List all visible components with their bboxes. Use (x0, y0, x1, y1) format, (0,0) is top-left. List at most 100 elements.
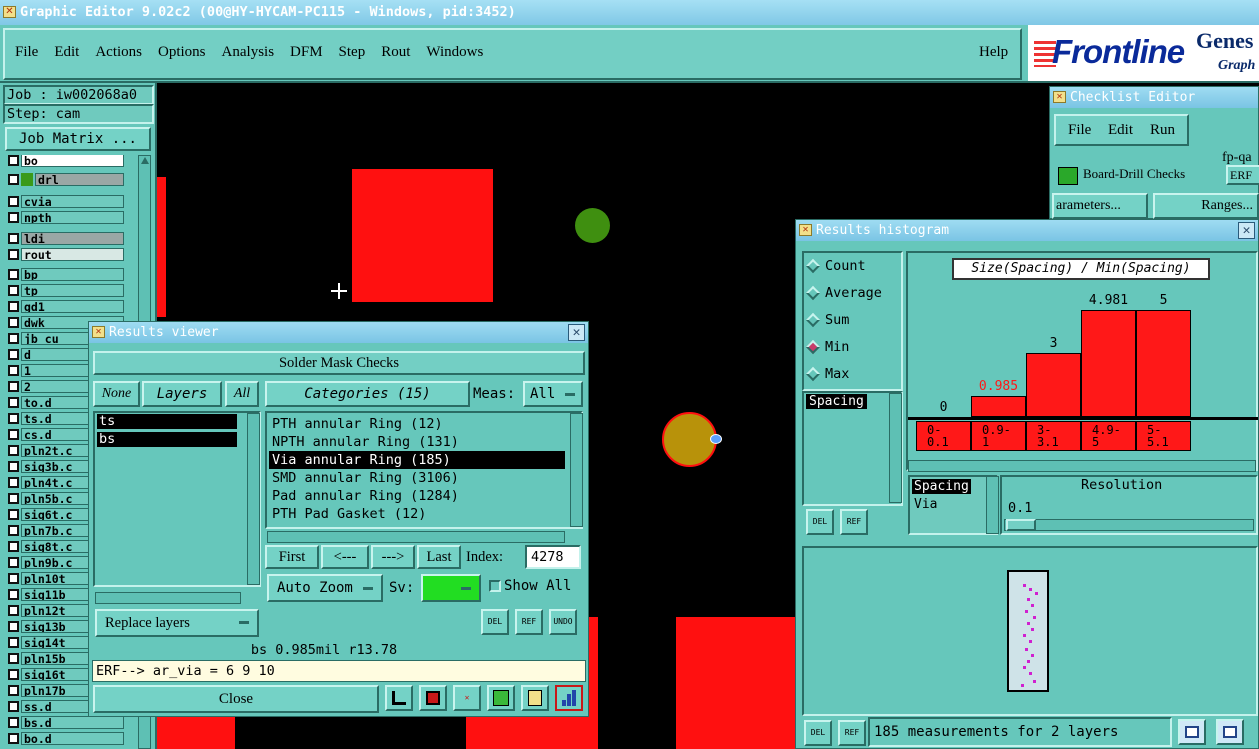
menu-windows[interactable]: Windows (426, 44, 483, 61)
layer-checkbox[interactable] (8, 701, 19, 712)
layer-checkbox[interactable] (8, 301, 19, 312)
viewer-close-icon[interactable]: ✕ (568, 324, 585, 341)
histogram-bin-label[interactable]: 5- 5.1 (1136, 421, 1191, 451)
viewer-undo-button[interactable]: UNDO (549, 609, 577, 635)
histogram-del-button-bottom[interactable]: DEL (804, 720, 832, 746)
layer-checkbox[interactable] (8, 653, 19, 664)
checklist-menu-edit[interactable]: Edit (1108, 122, 1133, 139)
option-sum[interactable]: Sum (805, 310, 849, 330)
layer-checkbox[interactable] (8, 429, 19, 440)
layer-name[interactable]: rout (21, 248, 124, 261)
histogram-bar[interactable] (1026, 353, 1081, 417)
layer-checkbox[interactable] (8, 233, 19, 244)
layer-checkbox[interactable] (8, 509, 19, 520)
histogram-ref-button[interactable]: REF (840, 509, 868, 535)
histogram-window-icon-2[interactable] (1216, 719, 1244, 745)
report-icon[interactable] (419, 685, 447, 711)
viewer-layer-vscroll[interactable] (247, 413, 260, 585)
layer-checkbox[interactable] (8, 196, 19, 207)
layer-checkbox[interactable] (8, 669, 19, 680)
viewer-close-button[interactable]: Close (93, 685, 379, 713)
category-hscroll[interactable] (267, 531, 565, 543)
layer-checkbox[interactable] (8, 605, 19, 616)
layer-checkbox[interactable] (8, 589, 19, 600)
category-item[interactable]: PTH Pad Gasket (12) (269, 505, 565, 523)
layer-row[interactable]: drl (8, 172, 124, 187)
layer-checkbox[interactable] (8, 733, 19, 744)
resolution-slider[interactable] (1004, 519, 1254, 531)
option-max[interactable]: Max (805, 364, 849, 384)
ruler-icon[interactable] (385, 685, 413, 711)
layer-checkbox[interactable] (8, 413, 19, 424)
category-list[interactable]: PTH annular Ring (12) NPTH annular Ring (… (265, 411, 583, 529)
menu-options[interactable]: Options (158, 44, 206, 61)
histogram-export-icon[interactable] (1178, 719, 1206, 745)
resolution-slider-thumb[interactable] (1006, 519, 1036, 531)
layer-name[interactable]: bp (21, 268, 124, 281)
last-button[interactable]: Last (417, 545, 461, 569)
viewer-del-button[interactable]: DEL (481, 609, 509, 635)
layer-name[interactable]: npth (21, 211, 124, 224)
histogram-list-scrollbar[interactable] (889, 393, 902, 503)
layer-checkbox[interactable] (8, 349, 19, 360)
histogram-icon[interactable] (555, 685, 583, 711)
auto-zoom-select[interactable]: Auto Zoom (267, 574, 383, 602)
layer-name[interactable]: ldi (21, 232, 124, 245)
histogram-chart-hscroll[interactable] (908, 460, 1256, 472)
layer-checkbox[interactable] (8, 637, 19, 648)
layer-checkbox[interactable] (8, 717, 19, 728)
histogram-bin-label[interactable]: 0- 0.1 (916, 421, 971, 451)
menu-dfm[interactable]: DFM (290, 44, 323, 61)
layer-name[interactable]: bo (21, 155, 124, 167)
category-item[interactable]: NPTH annular Ring (131) (269, 433, 565, 451)
layer-checkbox[interactable] (8, 333, 19, 344)
histogram-bin-label[interactable]: 4.9- 5 (1081, 421, 1136, 451)
menu-analysis[interactable]: Analysis (222, 44, 275, 61)
layer-checkbox[interactable] (8, 685, 19, 696)
menu-help[interactable]: Help (979, 44, 1008, 61)
layer-checkbox[interactable] (8, 477, 19, 488)
layer-name[interactable]: bs.d (21, 716, 124, 729)
layer-checkbox[interactable] (8, 573, 19, 584)
layer-checkbox[interactable] (8, 621, 19, 632)
option-average[interactable]: Average (805, 283, 882, 303)
layer-row[interactable]: bo.d (8, 731, 124, 746)
layer-row[interactable]: bo (8, 155, 124, 168)
meas-select[interactable]: All (523, 381, 583, 407)
checklist-menu-run[interactable]: Run (1150, 122, 1175, 139)
replace-layers-button[interactable]: Replace layers (95, 609, 259, 637)
all-layers-button[interactable]: All (225, 381, 259, 407)
first-button[interactable]: First (265, 545, 319, 569)
sort-numbers-icon[interactable] (487, 685, 515, 711)
layer-row[interactable]: npth (8, 210, 124, 225)
option-min[interactable]: Min (805, 337, 849, 357)
viewer-ref-button[interactable]: REF (515, 609, 543, 635)
show-all-checkbox[interactable] (489, 580, 501, 592)
index-input[interactable]: 4278 (525, 545, 581, 569)
category-item[interactable]: Via annular Ring (185) (269, 451, 565, 469)
menu-actions[interactable]: Actions (95, 44, 142, 61)
layer-checkbox[interactable] (8, 174, 19, 185)
categories-button[interactable]: Categories (15) (265, 381, 470, 407)
histogram-bin-label[interactable]: 0.9- 1 (971, 421, 1026, 451)
layer-row[interactable]: tp (8, 283, 124, 298)
viewer-layer-hscroll[interactable] (95, 592, 241, 604)
checklist-ranges-button[interactable]: Ranges... (1153, 193, 1259, 219)
menu-rout[interactable]: Rout (381, 44, 410, 61)
layers-button[interactable]: Layers (142, 381, 222, 407)
layer-checkbox[interactable] (8, 212, 19, 223)
menu-edit[interactable]: Edit (54, 44, 79, 61)
histogram-item-spacing[interactable]: Spacing (806, 394, 867, 409)
layer-row[interactable]: cvia (8, 194, 124, 209)
layer-row[interactable]: ldi (8, 231, 124, 246)
layer-checkbox[interactable] (8, 365, 19, 376)
histogram-close-icon[interactable]: ✕ (1238, 222, 1255, 239)
layer-row[interactable]: rout (8, 247, 124, 262)
spacing-list-scrollbar[interactable] (986, 476, 999, 534)
category-item[interactable]: SMD annular Ring (3106) (269, 469, 565, 487)
next-button[interactable]: ---> (371, 545, 415, 569)
histogram-bar[interactable] (971, 396, 1026, 417)
histogram-ref-button-bottom[interactable]: REF (838, 720, 866, 746)
menu-step[interactable]: Step (339, 44, 366, 61)
layer-checkbox[interactable] (8, 397, 19, 408)
